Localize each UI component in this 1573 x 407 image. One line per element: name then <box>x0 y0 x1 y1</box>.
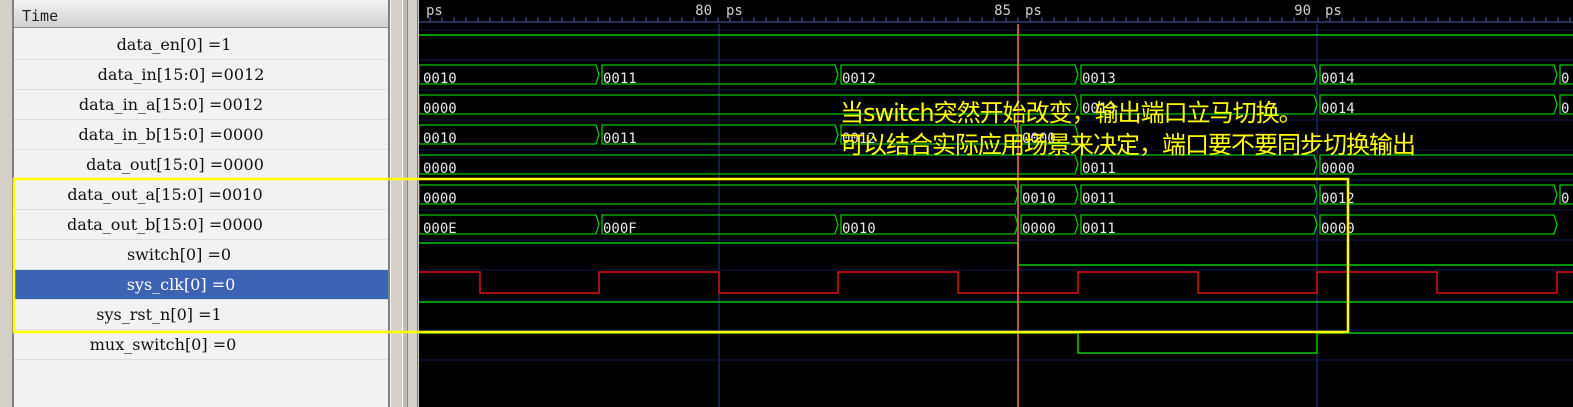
bus-value: 0011 <box>603 131 637 147</box>
bus-value: 0010 <box>842 221 876 237</box>
bus-value: 0011 <box>603 71 637 87</box>
timeline-unit: ps <box>1325 3 1342 19</box>
signal-label: data_out_a[15:0] =0010 <box>67 185 263 204</box>
timeline-tick-label: 90 <box>1294 3 1311 19</box>
wave-sys-clk <box>419 271 1573 294</box>
signal-label: data_en[0] =1 <box>116 35 232 54</box>
bus-segment <box>1319 184 1558 205</box>
panel-splitter[interactable] <box>390 0 418 407</box>
bus-value: 0000 <box>423 161 457 177</box>
signal-name-panel: Time data_en[0] =1 data_in[15:0] =0012 dat… <box>12 0 390 407</box>
signal-row[interactable]: data_in[15:0] =0012 <box>14 60 388 90</box>
bus-value: 0013 <box>1082 71 1116 87</box>
signal-row[interactable]: sys_clk[0] =0 <box>14 270 388 300</box>
signal-row[interactable]: data_en[0] =1 <box>14 30 388 60</box>
signal-label: sys_clk[0] =0 <box>126 275 236 294</box>
bus-segment <box>601 214 839 235</box>
timeline-tick-label: 85 <box>994 3 1011 19</box>
bus-value: 0 <box>1561 101 1569 117</box>
timeline-tick-label: 80 <box>695 3 712 19</box>
bus-value: 0010 <box>423 131 457 147</box>
bus-segment <box>1080 184 1318 205</box>
bus-value: 0000 <box>1022 221 1056 237</box>
timeline-unit: ps <box>426 3 443 19</box>
bus-value: 0 <box>1561 71 1569 87</box>
signal-label: data_in[15:0] =0012 <box>97 65 265 84</box>
bus-value: 0011 <box>1082 161 1116 177</box>
annotation-line-1: 当switch突然开始改变，输出端口立马切换。 <box>840 99 1303 127</box>
bus-value: 0010 <box>1022 191 1056 207</box>
bus-value: 0000 <box>1321 161 1355 177</box>
signal-label: data_out_b[15:0] =0000 <box>67 215 263 234</box>
signal-row[interactable]: data_out[15:0] =0000 <box>14 150 388 180</box>
wave-switch <box>419 242 1573 266</box>
signal-label: switch[0] =0 <box>126 245 232 264</box>
waveform-canvas[interactable]: ps ps ps ps80 85 900010 0011 0012 0013 0014 00000 0… <box>419 0 1573 407</box>
signal-row[interactable]: data_out_b[15:0] =0000 <box>14 210 388 240</box>
bus-segment <box>601 124 839 145</box>
signal-row[interactable]: mux_switch[0] =0 <box>14 330 388 360</box>
wave-mux-switch <box>419 332 1573 354</box>
timeline-unit: ps <box>1025 3 1042 19</box>
signal-label: data_in_a[15:0] =0012 <box>78 95 264 114</box>
bus-value: 0011 <box>1082 191 1116 207</box>
bus-segment <box>840 64 1079 85</box>
bus-value: 0012 <box>842 71 876 87</box>
signal-row[interactable]: data_in_b[15:0] =0000 <box>14 120 388 150</box>
bus-segment <box>1080 64 1318 85</box>
bus-value: 000E <box>423 221 457 237</box>
timeline-unit: ps <box>726 3 743 19</box>
bus-value: 0000 <box>423 191 457 207</box>
bus-value: 0000 <box>423 101 457 117</box>
bus-value: 0 <box>1561 191 1569 207</box>
annotation-text: 当switch突然开始改变，输出端口立马切换。 可以结合实际应用场景来决定，端口… <box>840 97 1416 161</box>
bus-value: 0011 <box>1082 221 1116 237</box>
time-column-header: Time <box>14 0 388 28</box>
bus-segment <box>1319 64 1558 85</box>
bus-value: 0014 <box>1321 71 1355 87</box>
signal-row[interactable]: data_out_a[15:0] =0010 <box>14 180 388 210</box>
waveform-view[interactable]: ps ps ps ps 80 85 90 0010 0011 0012 0013 0014 0 0000 0… <box>419 0 1573 407</box>
signal-label: data_out[15:0] =0000 <box>86 155 264 174</box>
signal-label: mux_switch[0] =0 <box>89 335 237 354</box>
annotation-line-2: 可以结合实际应用场景来决定，端口要不要同步切换输出 <box>840 131 1416 159</box>
bus-value: 0000 <box>1321 221 1355 237</box>
signal-row[interactable]: switch[0] =0 <box>14 240 388 270</box>
signal-label: data_in_b[15:0] =0000 <box>78 125 264 144</box>
splitter-grip[interactable] <box>402 0 408 407</box>
bus-segment <box>1080 214 1318 235</box>
bus-segment <box>1319 214 1558 235</box>
signal-row[interactable]: sys_rst_n[0] =1 <box>14 300 388 330</box>
bus-value: 0012 <box>1321 191 1355 207</box>
signal-label: sys_rst_n[0] =1 <box>96 305 222 324</box>
signal-row[interactable]: data_in_a[15:0] =0012 <box>14 90 388 120</box>
bus-value: 0010 <box>423 71 457 87</box>
bus-segment <box>601 64 839 85</box>
bus-value: 000F <box>603 221 637 237</box>
